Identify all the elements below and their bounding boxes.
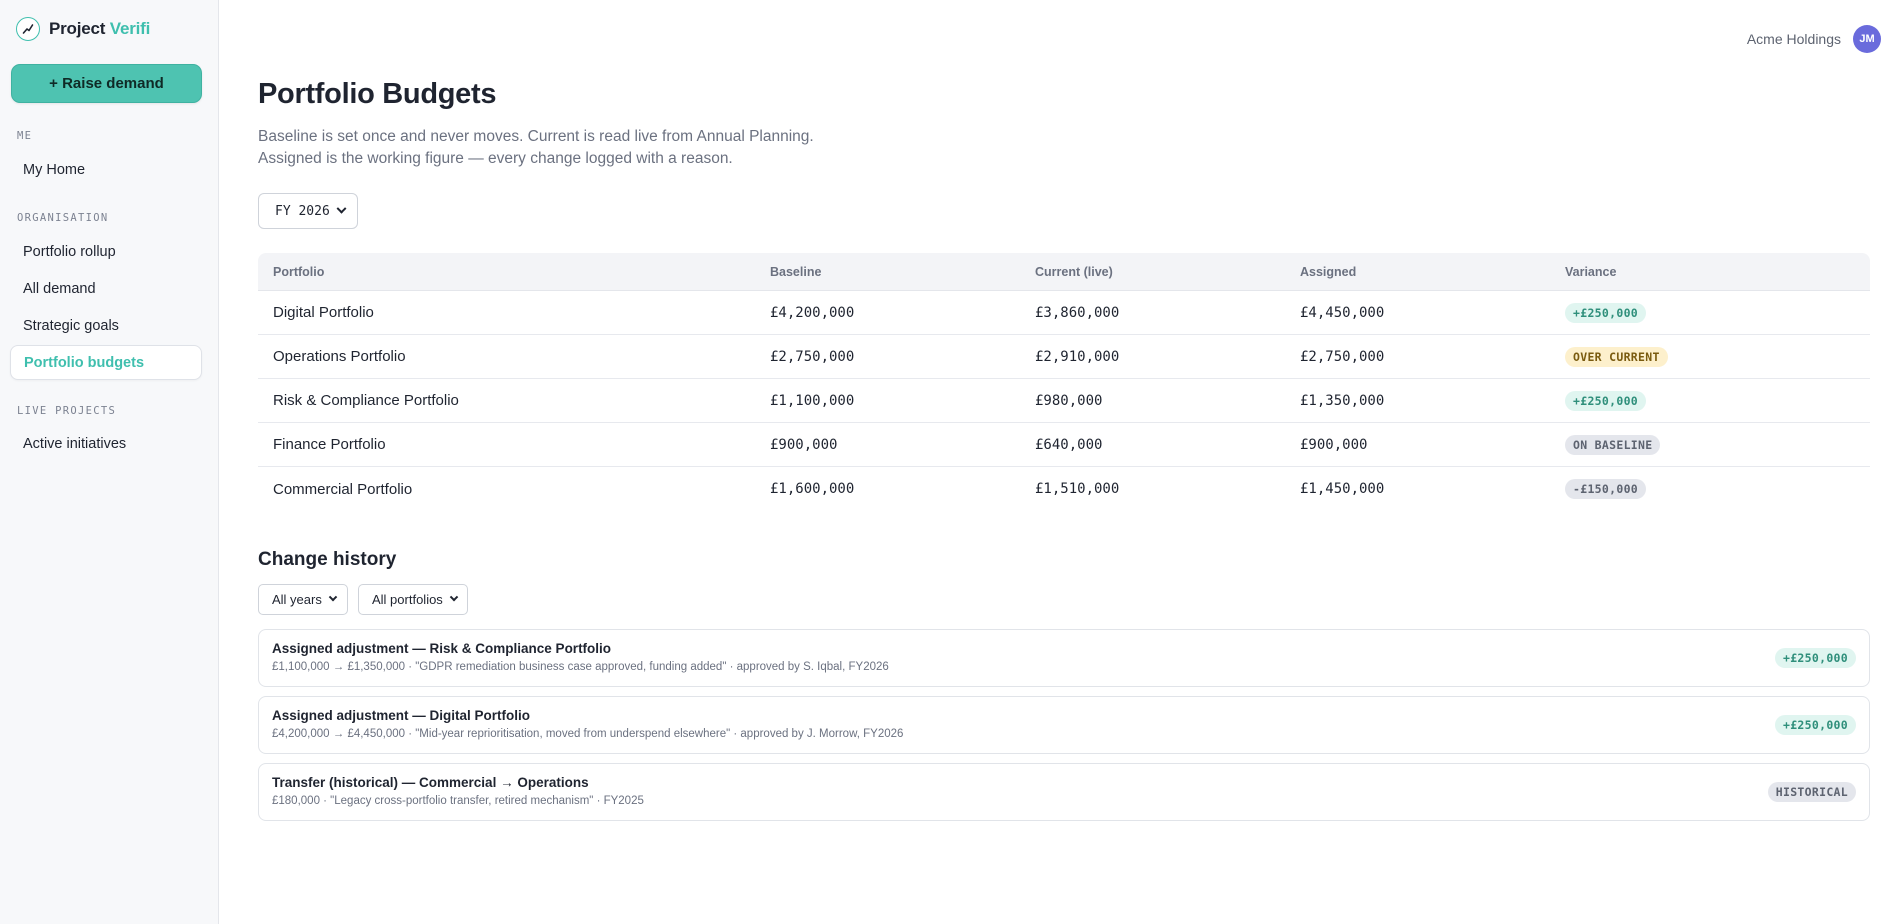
current-value: £980,000 (1035, 392, 1103, 409)
fiscal-year-value: FY 2026 (275, 203, 330, 219)
history-item-title: Transfer (historical) — Commercial → Ope… (272, 775, 589, 790)
portfolio-name: Operations Portfolio (273, 348, 406, 365)
portfolio-name: Risk & Compliance Portfolio (273, 392, 459, 409)
history-item[interactable]: Transfer (historical) — Commercial → Ope… (258, 763, 1870, 821)
brand-name-accent: Verifi (109, 19, 151, 38)
variance-badge: ON BASELINE (1565, 434, 1661, 455)
nav-item-all-demand[interactable]: All demand (10, 271, 202, 306)
years-filter-select[interactable]: All years (258, 584, 348, 615)
history-item-detail: £180,000 · "Legacy cross-portfolio trans… (272, 795, 644, 807)
baseline-value: £4,200,000 (770, 304, 855, 321)
column-header-variance: Variance (1565, 264, 1617, 279)
table-row[interactable]: Operations Portfolio £2,750,000 £2,910,0… (258, 335, 1870, 379)
column-header-assigned: Assigned (1300, 264, 1357, 279)
column-header-baseline: Baseline (770, 264, 822, 279)
table-row[interactable]: Finance Portfolio £900,000 £640,000 £900… (258, 423, 1870, 467)
history-item-title: Assigned adjustment — Digital Portfolio (272, 708, 531, 723)
sidebar: Project Verifi + Raise demand ME My Home… (0, 0, 219, 924)
table-row[interactable]: Risk & Compliance Portfolio £1,100,000 £… (258, 379, 1870, 423)
baseline-value: £1,600,000 (770, 481, 855, 497)
budget-table: Portfolio Baseline Current (live) Assign… (258, 253, 1870, 511)
baseline-value: £900,000 (770, 436, 838, 453)
variance-badge: OVER CURRENT (1565, 346, 1668, 367)
history-item-badge: +£250,000 (1774, 715, 1856, 735)
column-header-current: Current (live) (1035, 264, 1113, 279)
table-row[interactable]: Digital Portfolio £4,200,000 £3,860,000 … (258, 291, 1870, 335)
years-filter-value: All years (272, 592, 322, 607)
change-history-title: Change history (258, 549, 397, 570)
history-item-detail: £4,200,000 → £4,450,000 · "Mid-year repr… (272, 728, 904, 740)
table-row[interactable]: Commercial Portfolio £1,600,000 £1,510,0… (258, 467, 1870, 511)
chevron-down-icon (328, 592, 338, 601)
history-item[interactable]: Assigned adjustment — Risk & Compliance … (258, 629, 1870, 687)
baseline-value: £1,100,000 (770, 392, 855, 409)
nav-section-organisation: ORGANISATION (17, 212, 109, 224)
assigned-value: £900,000 (1300, 436, 1368, 453)
current-value: £2,910,000 (1035, 348, 1120, 365)
column-header-portfolio: Portfolio (273, 264, 325, 279)
raise-demand-button[interactable]: + Raise demand (11, 64, 202, 103)
org-name[interactable]: Acme Holdings (1747, 31, 1841, 47)
assigned-value: £1,350,000 (1300, 392, 1385, 409)
chevron-down-icon (336, 203, 347, 214)
assigned-value: £2,750,000 (1300, 348, 1385, 365)
chevron-down-icon (449, 592, 459, 601)
history-item-badge: +£250,000 (1774, 648, 1856, 668)
brand-name-main: Project (49, 19, 106, 38)
portfolio-name: Digital Portfolio (273, 304, 374, 321)
page-title: Portfolio Budgets (258, 78, 497, 110)
current-value: £640,000 (1035, 436, 1103, 453)
brand[interactable]: Project Verifi (16, 17, 150, 41)
current-value: £1,510,000 (1035, 481, 1120, 497)
portfolios-filter-value: All portfolios (372, 592, 443, 607)
assigned-value: £4,450,000 (1300, 304, 1385, 321)
portfolio-name: Finance Portfolio (273, 436, 386, 453)
nav-section-me: ME (17, 130, 33, 142)
current-value: £3,860,000 (1035, 304, 1120, 321)
assigned-value: £1,450,000 (1300, 481, 1385, 497)
nav-item-portfolio-rollup[interactable]: Portfolio rollup (10, 234, 202, 269)
history-item-title: Assigned adjustment — Risk & Compliance … (272, 641, 612, 656)
history-item[interactable]: Assigned adjustment — Digital Portfolio … (258, 696, 1870, 754)
page-description: Baseline is set once and never moves. Cu… (258, 128, 814, 167)
history-item-badge: HISTORICAL (1767, 782, 1856, 802)
nav-item-active-initiatives[interactable]: Active initiatives (10, 426, 202, 461)
variance-badge: +£250,000 (1565, 390, 1647, 411)
nav-section-live-projects: LIVE PROJECTS (17, 405, 117, 417)
nav-item-strategic-goals[interactable]: Strategic goals (10, 308, 202, 343)
variance-badge: -£150,000 (1565, 479, 1647, 499)
table-header: Portfolio Baseline Current (live) Assign… (258, 253, 1870, 291)
brand-name: Project Verifi (49, 19, 150, 39)
fiscal-year-select[interactable]: FY 2026 (258, 193, 358, 229)
history-item-detail: £1,100,000 → £1,350,000 · "GDPR remediat… (272, 661, 889, 673)
account-area: Acme Holdings JM (1747, 25, 1881, 53)
chart-trend-icon (16, 17, 40, 41)
avatar[interactable]: JM (1853, 25, 1881, 53)
portfolio-name: Commercial Portfolio (273, 480, 413, 498)
nav-item-my-home[interactable]: My Home (10, 152, 202, 187)
variance-badge: +£250,000 (1565, 302, 1647, 323)
nav-item-portfolio-budgets[interactable]: Portfolio budgets (10, 345, 202, 380)
portfolios-filter-select[interactable]: All portfolios (358, 584, 468, 615)
baseline-value: £2,750,000 (770, 348, 855, 365)
